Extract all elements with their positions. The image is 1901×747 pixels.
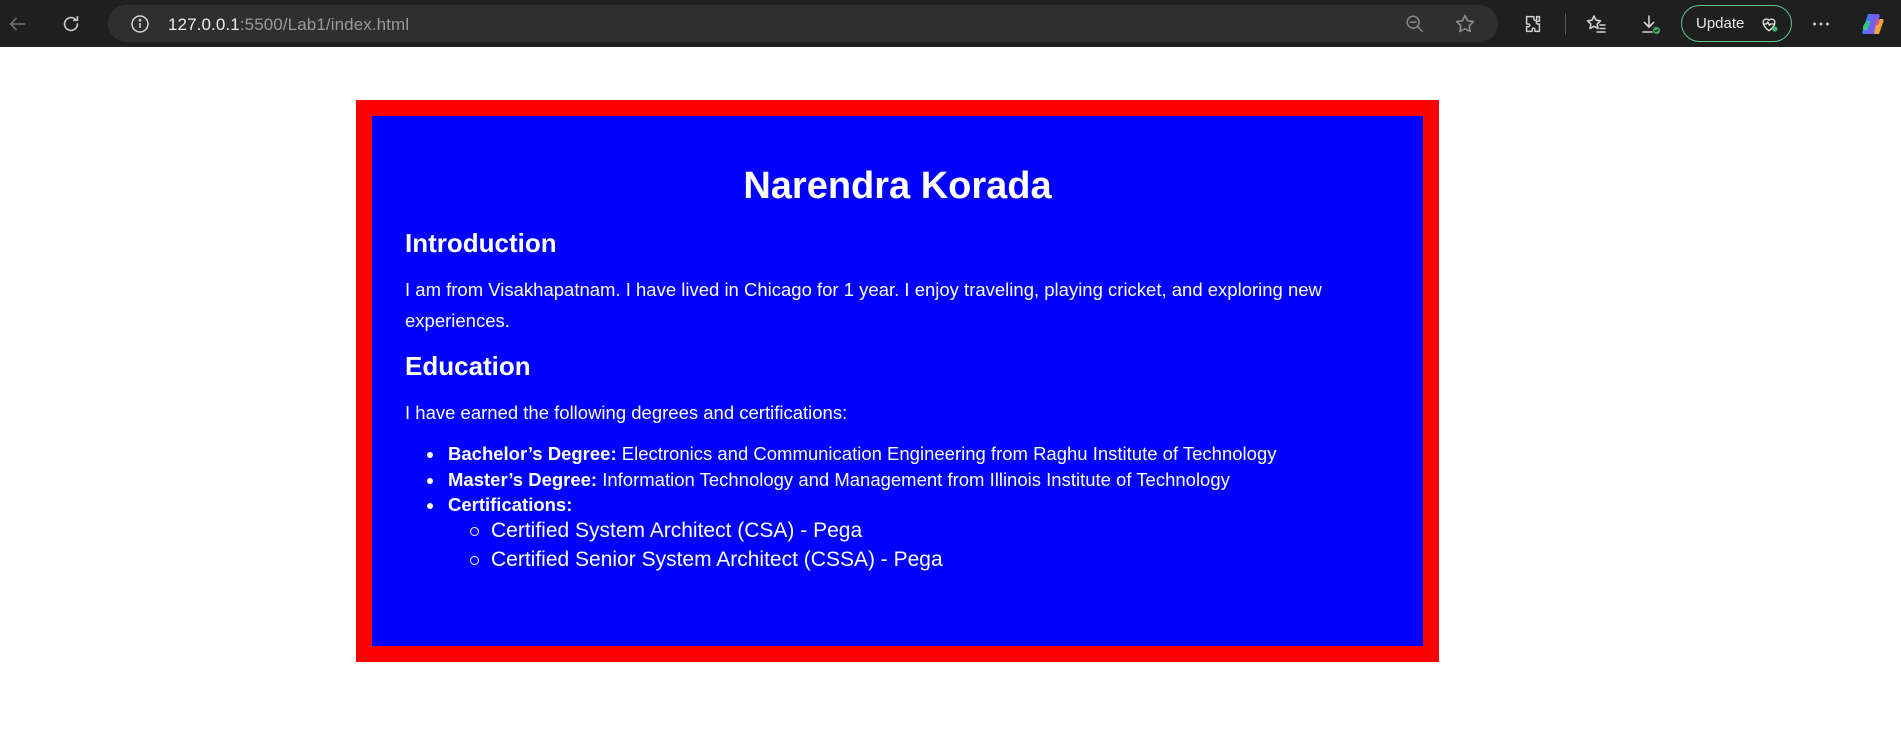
- profile-card: Narendra Korada Introduction I am from V…: [356, 100, 1439, 662]
- page-title: Narendra Korada: [743, 165, 1052, 207]
- site-info-icon[interactable]: [130, 14, 150, 34]
- downloads-icon[interactable]: [1636, 10, 1664, 38]
- page-viewport: Narendra Korada Introduction I am from V…: [0, 47, 1901, 747]
- back-icon[interactable]: [3, 10, 31, 38]
- list-item-bachelors: Bachelor’s Degree: Electronics and Commu…: [427, 441, 1390, 467]
- more-icon[interactable]: [1807, 10, 1835, 38]
- update-label: Update: [1696, 15, 1745, 32]
- reload-icon[interactable]: [57, 10, 85, 38]
- certification-item: Certified System Architect (CSA) - Pega: [470, 516, 1390, 545]
- address-bar[interactable]: 127.0.0.1:5500/Lab1/index.html: [108, 5, 1498, 42]
- copilot-icon[interactable]: [1859, 10, 1887, 38]
- degree-label: Certifications:: [448, 494, 573, 515]
- introduction-heading: Introduction: [405, 228, 557, 258]
- add-favorite-icon[interactable]: [1453, 12, 1477, 36]
- degree-list: Bachelor’s Degree: Electronics and Commu…: [427, 441, 1390, 574]
- introduction-text: I am from Visakhapatnam. I have lived in…: [405, 279, 1322, 331]
- certification-item: Certified Senior System Architect (CSSA)…: [470, 545, 1390, 574]
- browser-toolbar: 127.0.0.1:5500/Lab1/index.html Update: [0, 0, 1901, 47]
- degree-label: Bachelor’s Degree:: [448, 443, 617, 464]
- zoom-out-icon[interactable]: [1404, 13, 1426, 35]
- extensions-icon[interactable]: [1519, 10, 1547, 38]
- education-text: I have earned the following degrees and …: [405, 402, 848, 423]
- health-heart-icon: [1759, 14, 1779, 34]
- url-host: 127.0.0.1: [168, 15, 240, 34]
- degree-text: Electronics and Communication Engineerin…: [621, 443, 1277, 464]
- list-item-certifications: Certifications: Certified System Archite…: [427, 492, 1390, 574]
- update-button[interactable]: Update: [1681, 5, 1792, 42]
- list-item-masters: Master’s Degree: Information Technology …: [427, 467, 1390, 493]
- education-heading: Education: [405, 351, 531, 381]
- toolbar-divider: [1565, 13, 1566, 35]
- degree-label: Master’s Degree:: [448, 468, 598, 490]
- favorites-icon[interactable]: [1582, 10, 1610, 38]
- certification-list: Certified System Architect (CSA) - Pega …: [470, 516, 1390, 574]
- url-path: :5500/Lab1/index.html: [239, 15, 410, 34]
- degree-text: Information Technology and Management fr…: [602, 468, 1230, 490]
- url-text[interactable]: 127.0.0.1:5500/Lab1/index.html: [168, 15, 409, 35]
